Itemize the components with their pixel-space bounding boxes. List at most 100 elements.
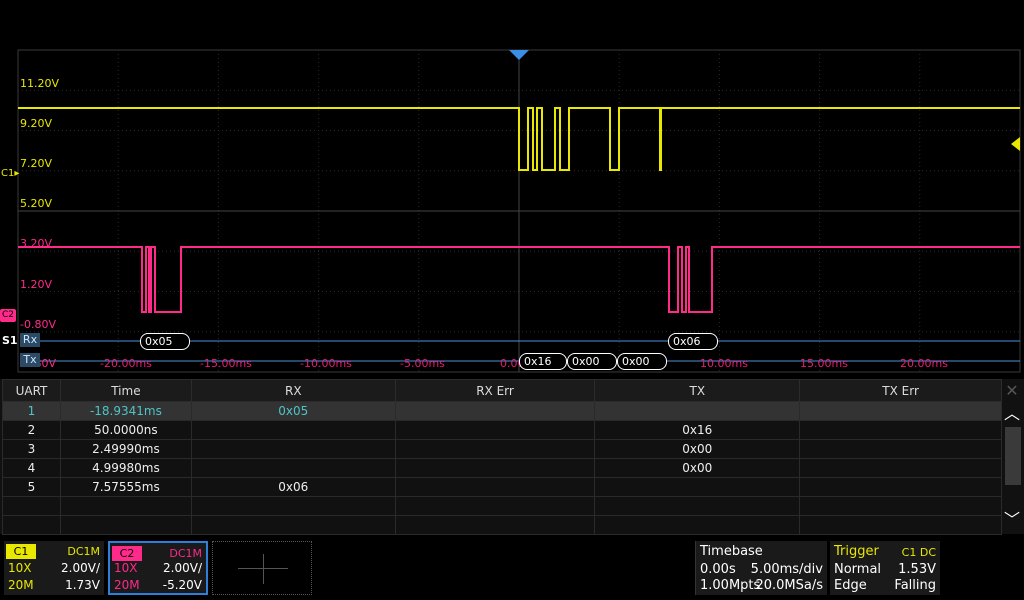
table-row[interactable]: 5 7.57555ms 0x06	[2, 477, 1002, 497]
time-label: -10.00ms	[300, 357, 352, 370]
c2-offset: -5.20V	[162, 578, 202, 592]
scroll-down-icon[interactable]: ﹀	[1002, 509, 1022, 531]
col-header-rx: RX	[190, 379, 396, 402]
timebase-title: Timebase	[700, 544, 763, 559]
c1-channel-card[interactable]: C1 DC1M 10X 2.00V/ 20M 1.73V	[4, 541, 104, 595]
col-header-tx: TX	[594, 379, 801, 402]
cell-tx-err	[799, 477, 1002, 497]
cell-rx-err	[394, 458, 596, 478]
cell-time: 2.49990ms	[59, 439, 192, 459]
c1-offset-marker[interactable]: C1▸	[1, 168, 19, 179]
trigger-slope: Falling	[894, 578, 936, 593]
table-header-row: UART Time RX RX Err TX TX Err	[2, 379, 1002, 402]
cell-time: 7.57555ms	[59, 477, 192, 497]
timebase-scale: 5.00ms/div	[750, 562, 823, 577]
c2-voltage-label: -0.80V	[20, 318, 56, 331]
cell-index: 4	[2, 458, 61, 478]
s1-bus-marker[interactable]: S1	[2, 334, 18, 347]
timebase-delay: 0.00s	[700, 562, 736, 577]
trigger-source: C1 DC	[901, 546, 936, 559]
memory-depth: 1.00Mpts	[700, 578, 761, 593]
waveform-display[interactable]: 11.20V 9.20V 7.20V 5.20V 3.20V 1.20V -0.…	[0, 0, 1024, 378]
c2-scale: 2.00V/	[163, 561, 202, 575]
col-header-rx-err: RX Err	[394, 379, 596, 402]
table-row[interactable]: 3 2.49990ms 0x00	[2, 439, 1002, 459]
plus-icon-vertical	[263, 554, 264, 584]
cell-index: 2	[2, 420, 61, 440]
col-header-uart: UART	[2, 379, 61, 402]
c1-voltage-label: 7.20V	[20, 157, 53, 170]
trigger-type: Edge	[834, 578, 867, 593]
col-header-time: Time	[59, 379, 192, 402]
cell-tx-err	[799, 458, 1002, 478]
close-table-icon[interactable]: ✕	[1002, 381, 1022, 401]
cell-tx	[594, 477, 801, 497]
add-channel-button[interactable]	[212, 541, 312, 595]
c1-probe: 10X	[8, 561, 32, 575]
tx-decode-frame[interactable]: 0x00	[617, 353, 667, 370]
c1-scale: 2.00V/	[61, 561, 100, 575]
cell-index: 3	[2, 439, 61, 459]
cell-rx: 0x05	[190, 401, 396, 421]
trigger-card[interactable]: Trigger C1 DC Normal 1.53V Edge Falling	[830, 541, 940, 595]
c1-voltage-label: 5.20V	[20, 197, 53, 210]
cell-tx: 0x00	[594, 458, 801, 478]
cell-index: 1	[2, 401, 61, 421]
c2-voltage-label: 1.20V	[20, 278, 53, 291]
cell-index: 5	[2, 477, 61, 497]
table-scroll-thumb[interactable]	[1005, 427, 1021, 485]
rx-decode-frame[interactable]: 0x06	[668, 333, 718, 350]
time-label: -5.00ms	[400, 357, 445, 370]
cell-rx	[190, 420, 396, 440]
c1-marker-label: C1	[1, 168, 15, 179]
decode-table: UART Time RX RX Err TX TX Err 1 -18.9341…	[2, 379, 1002, 535]
trigger-title: Trigger	[834, 544, 879, 559]
cell-tx-err	[799, 401, 1002, 421]
c2-probe: 10X	[114, 561, 138, 575]
rx-decode-frame[interactable]: 0x05	[140, 333, 190, 350]
c2-channel-card[interactable]: C2 DC1M 10X 2.00V/ 20M -5.20V	[108, 541, 208, 595]
table-row-empty	[2, 496, 1002, 516]
cell-time: 4.99980ms	[59, 458, 192, 478]
time-label: 10.00ms	[700, 357, 748, 370]
cell-time: -18.9341ms	[59, 401, 192, 421]
time-label: -20.00ms	[100, 357, 152, 370]
cell-tx-err	[799, 420, 1002, 440]
scroll-up-icon[interactable]: ︿	[1002, 403, 1022, 425]
time-label: 20.00ms	[900, 357, 948, 370]
c1-offset: 1.73V	[65, 578, 100, 592]
tx-lane-tag: Tx	[20, 353, 40, 367]
cell-rx: 0x06	[190, 477, 396, 497]
cell-rx-err	[394, 477, 596, 497]
cell-rx-err	[394, 401, 596, 421]
c2-bandwidth: 20M	[114, 578, 140, 592]
status-bar: C1 DC1M 10X 2.00V/ 20M 1.73V C2 DC1M 10X 2.…	[0, 536, 1024, 600]
time-label: 15.00ms	[800, 357, 848, 370]
cell-tx	[594, 401, 801, 421]
cell-rx	[190, 458, 396, 478]
rx-lane-tag: Rx	[20, 333, 40, 347]
c1-voltage-label: 9.20V	[20, 117, 53, 130]
c2-coupling: DC1M	[169, 547, 202, 560]
cell-tx: 0x00	[594, 439, 801, 459]
c2-offset-marker[interactable]: C2	[0, 309, 16, 322]
table-row[interactable]: 1 -18.9341ms 0x05	[2, 401, 1002, 421]
cell-rx-err	[394, 439, 596, 459]
sample-rate: 20.0MSa/s	[755, 578, 823, 593]
c2-channel-badge: C2	[112, 546, 142, 561]
cell-time: 50.0000ns	[59, 420, 192, 440]
table-row[interactable]: 4 4.99980ms 0x00	[2, 458, 1002, 478]
tx-decode-frame[interactable]: 0x16	[519, 353, 567, 370]
c1-channel-badge: C1	[6, 544, 36, 559]
time-label: -15.00ms	[200, 357, 252, 370]
table-row-empty	[2, 515, 1002, 535]
table-row[interactable]: 2 50.0000ns 0x16	[2, 420, 1002, 440]
trigger-level: 1.53V	[898, 562, 936, 577]
tx-decode-frame[interactable]: 0x00	[567, 353, 617, 370]
timebase-card[interactable]: Timebase 0.00s 5.00ms/div 1.00Mpts 20.0MSa…	[695, 541, 827, 595]
c1-voltage-label: 11.20V	[20, 77, 60, 90]
cell-tx-err	[799, 439, 1002, 459]
cell-tx: 0x16	[594, 420, 801, 440]
waveform-grid	[17, 49, 1021, 373]
cell-rx	[190, 439, 396, 459]
